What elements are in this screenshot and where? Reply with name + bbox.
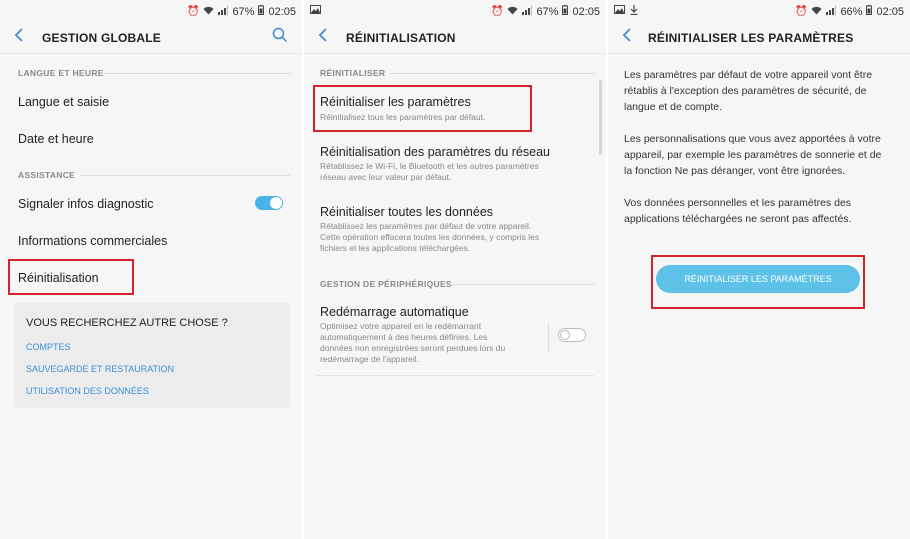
text-line: Vos données personnelles et les paramètr…: [624, 197, 852, 209]
vertical-divider: [548, 322, 549, 352]
text-line: Les paramètres par défaut de votre appar…: [624, 69, 873, 81]
clock: 02:05: [572, 5, 600, 18]
signal-icon: [826, 5, 837, 18]
back-arrow-icon[interactable]: [318, 27, 328, 48]
text-line: appareil, par exemple les paramètres de …: [624, 149, 882, 161]
back-arrow-icon[interactable]: [14, 27, 24, 48]
restart-toggle[interactable]: [558, 328, 586, 342]
highlight-box: [8, 259, 134, 295]
clock: 02:05: [268, 5, 296, 18]
item-subtitle: Rétablissez les paramètres par défaut de…: [320, 221, 532, 231]
section-header-gestion: GESTION DE PÉRIPHÉRIQUES: [320, 279, 452, 289]
battery-percent: 66%: [840, 5, 863, 18]
item-subtitle: Rétablissez le Wi-Fi, le Bluetooth et le…: [320, 161, 539, 171]
list-divider: [316, 375, 594, 376]
text-line: Les personnalisations que vous avez appo…: [624, 133, 881, 145]
text-line: rétablis à l'exception des paramètres de…: [624, 85, 867, 97]
screen-reinitialiser-parametres: ⏰ 66% 02:05 RÉINITIALISER LES PARAMÈTRES…: [608, 0, 910, 539]
item-date-heure[interactable]: Date et heure: [18, 132, 94, 146]
alarm-icon: ⏰: [490, 6, 504, 17]
section-divider: [80, 175, 290, 176]
link-utilisation-donnees[interactable]: UTILISATION DES DONNÉES: [26, 386, 149, 396]
screen-gestion-globale: ⏰ 67% 02:05 GESTION GLOBALE LANGUE ET HE…: [0, 0, 302, 539]
link-comptes[interactable]: COMPTES: [26, 342, 71, 352]
item-informations-commerciales[interactable]: Informations commerciales: [18, 234, 167, 248]
status-bar: ⏰ 66% 02:05: [608, 0, 910, 22]
wifi-icon: [203, 6, 214, 18]
scrollbar[interactable]: [599, 80, 602, 155]
item-reinitialiser-donnees[interactable]: Réinitialiser toutes les données: [320, 205, 493, 219]
status-bar: ⏰ 67% 02:05: [0, 0, 302, 22]
item-subtitle: fichiers et les applications téléchargée…: [320, 243, 471, 253]
page-title: RÉINITIALISATION: [346, 31, 456, 45]
signal-icon: [522, 5, 533, 18]
section-header-reinitialiser: RÉINITIALISER: [320, 68, 386, 78]
gallery-icon: [614, 5, 625, 18]
back-arrow-icon[interactable]: [622, 27, 632, 48]
diagnostic-toggle[interactable]: [255, 196, 283, 210]
card-title: VOUS RECHERCHEZ AUTRE CHOSE ?: [26, 317, 228, 329]
item-subtitle: réseau avec leur valeur par défaut.: [320, 172, 452, 182]
battery-percent: 67%: [232, 5, 255, 18]
alarm-icon: ⏰: [794, 6, 808, 17]
screen-reinitialisation: ⏰ 67% 02:05 RÉINITIALISATION RÉINITIALIS…: [304, 0, 606, 539]
item-reinitialisation-reseau[interactable]: Réinitialisation des paramètres du résea…: [320, 145, 550, 159]
item-subtitle: données non enregistrées seront perdues …: [320, 343, 506, 353]
highlight-box: [313, 85, 532, 132]
battery-percent: 67%: [536, 5, 559, 18]
page-title: GESTION GLOBALE: [42, 31, 162, 45]
clock: 02:05: [876, 5, 904, 18]
alarm-icon: ⏰: [186, 6, 200, 17]
signal-icon: [218, 5, 229, 18]
text-line: applications téléchargées ne seront pas …: [624, 213, 852, 225]
highlight-box: [651, 255, 865, 309]
item-langue-saisie[interactable]: Langue et saisie: [18, 95, 109, 109]
item-signaler-diagnostic[interactable]: Signaler infos diagnostic: [18, 197, 154, 211]
section-header-langue: LANGUE ET HEURE: [18, 68, 104, 78]
text-line: langue et de compte.: [624, 101, 723, 113]
download-icon: [630, 5, 638, 18]
app-bar: RÉINITIALISATION: [304, 22, 606, 54]
section-divider: [390, 73, 594, 74]
page-title: RÉINITIALISER LES PARAMÈTRES: [648, 31, 854, 45]
section-divider: [450, 284, 594, 285]
paragraph-personalisations: Les personnalisations que vous avez appo…: [624, 131, 898, 179]
item-subtitle: Cette opération effacera toutes les donn…: [320, 232, 540, 242]
battery-icon: [258, 5, 265, 18]
item-subtitle: automatiquement à des heures définies. L…: [320, 332, 488, 342]
app-bar: GESTION GLOBALE: [0, 22, 302, 54]
section-header-assistance: ASSISTANCE: [18, 170, 76, 180]
wifi-icon: [507, 6, 518, 18]
section-divider: [103, 73, 290, 74]
link-sauvegarde-restauration[interactable]: SAUVEGARDE ET RESTAURATION: [26, 364, 174, 374]
search-icon[interactable]: [272, 27, 288, 48]
item-redemarrage-auto[interactable]: Redémarrage automatique: [320, 305, 469, 319]
gallery-icon: [310, 5, 321, 17]
battery-icon: [562, 5, 569, 18]
notification-icons: [614, 5, 638, 18]
item-subtitle: redémarrage de l'appareil.: [320, 354, 419, 364]
text-line: la fonction Ne pas déranger, vont être i…: [624, 165, 846, 177]
app-bar: RÉINITIALISER LES PARAMÈTRES: [608, 22, 910, 54]
paragraph-defaults: Les paramètres par défaut de votre appar…: [624, 67, 898, 115]
battery-icon: [866, 5, 873, 18]
search-suggestions-card: VOUS RECHERCHEZ AUTRE CHOSE ? COMPTES SA…: [14, 302, 290, 408]
wifi-icon: [811, 6, 822, 18]
status-bar: ⏰ 67% 02:05: [304, 0, 606, 22]
paragraph-personal-data: Vos données personnelles et les paramètr…: [624, 195, 898, 227]
item-subtitle: Optimisez votre appareil en le redémarra…: [320, 321, 482, 331]
